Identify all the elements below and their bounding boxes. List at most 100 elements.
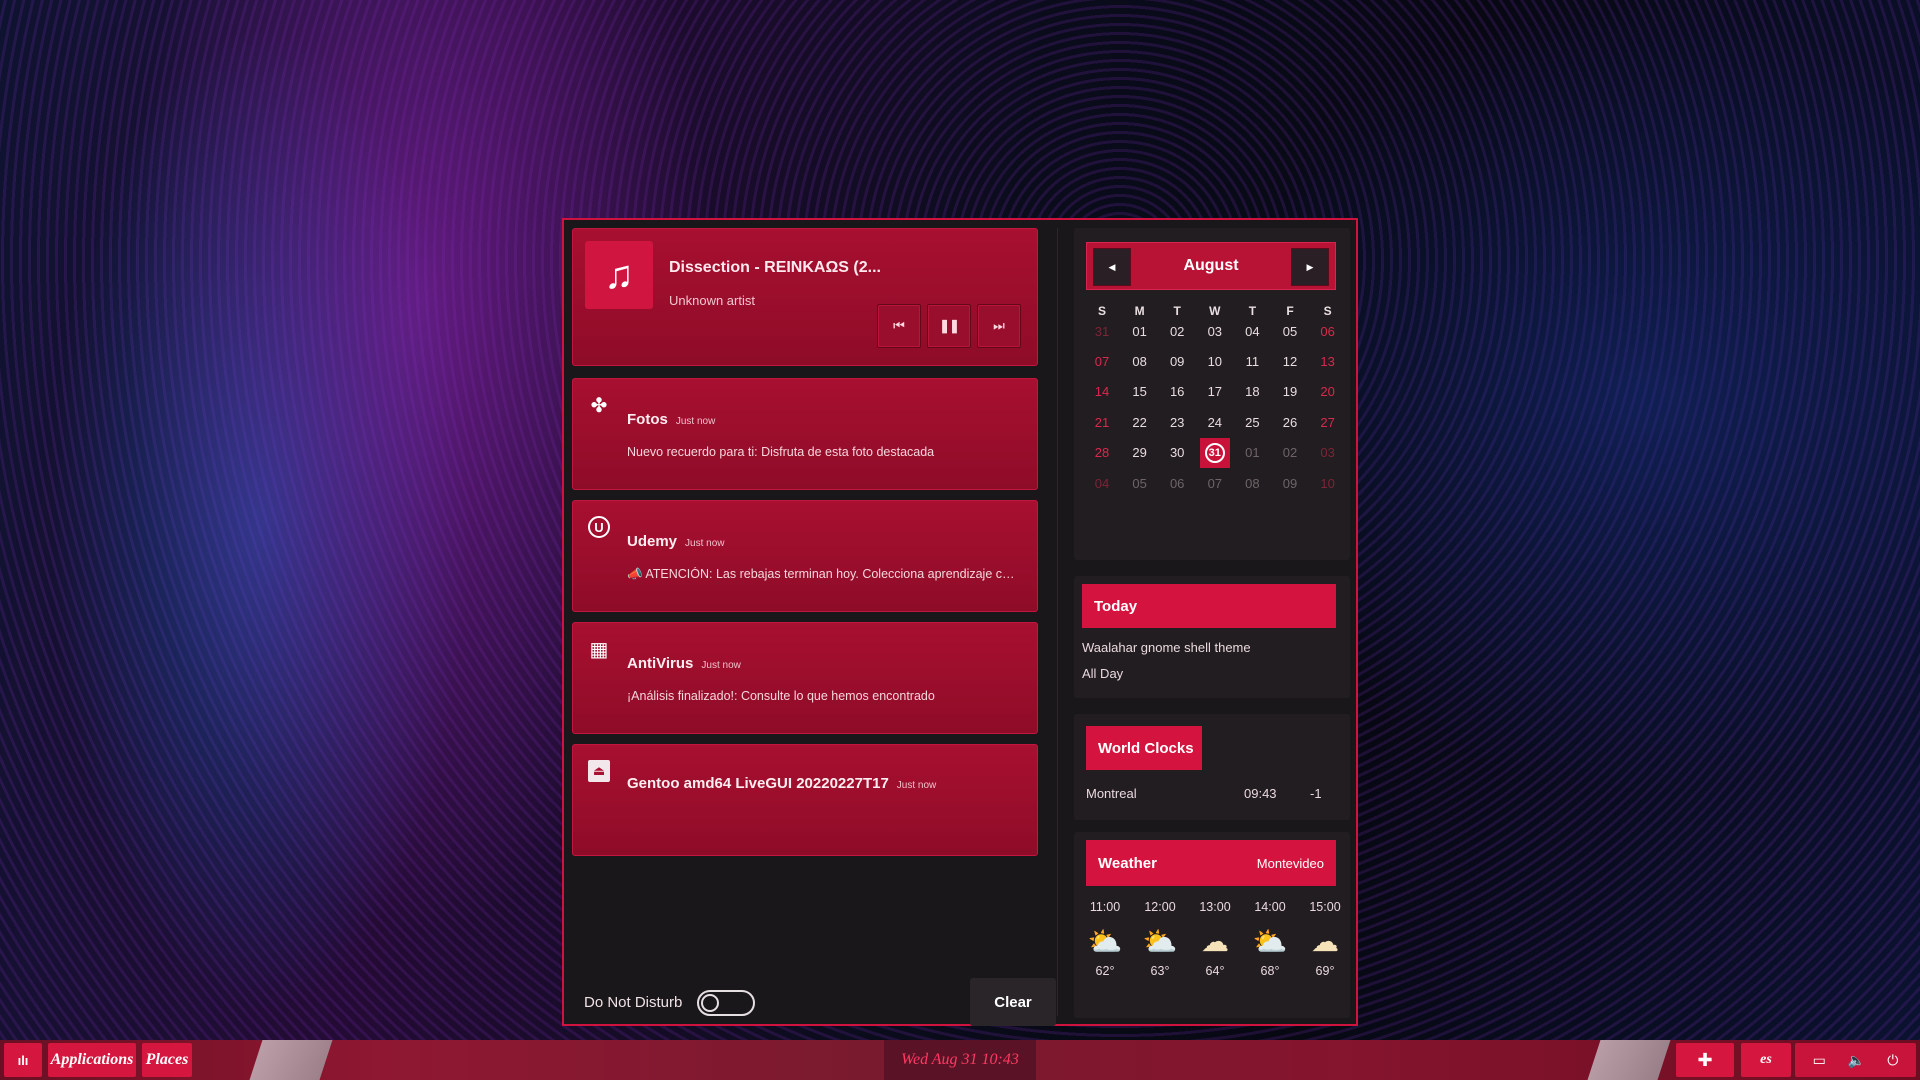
world-clocks-heading[interactable]: World Clocks — [1086, 726, 1202, 770]
keyboard-layout-button[interactable]: es — [1741, 1043, 1791, 1077]
calendar-day[interactable]: 15 — [1122, 377, 1158, 407]
events-section: Today Waalahar gnome shell theme All Day — [1074, 576, 1350, 698]
places-menu[interactable]: Places — [142, 1043, 192, 1077]
calendar-day[interactable]: 03 — [1310, 438, 1346, 468]
calendar-day[interactable]: 26 — [1272, 407, 1308, 437]
calendar-day[interactable]: 07 — [1197, 468, 1233, 498]
next-button[interactable]: ⏭ — [977, 304, 1021, 348]
calendar-day[interactable]: 09 — [1272, 468, 1308, 498]
calendar-day[interactable]: 01 — [1122, 316, 1158, 346]
calendar-day[interactable]: 09 — [1159, 346, 1195, 376]
antivirus-icon: ▦ — [589, 638, 609, 661]
calendar-day[interactable]: 14 — [1084, 377, 1120, 407]
notification-time: Just now — [675, 416, 716, 427]
notification-udemy[interactable]: U Udemy Just now 📣 ATENCIÓN: Las rebajas … — [572, 500, 1038, 612]
pause-button[interactable]: ❚❚ — [927, 304, 971, 348]
taskbar-clock[interactable]: Wed Aug 31 10:43 — [884, 1040, 1036, 1080]
notification-gentoo[interactable]: ⏏ Gentoo amd64 LiveGUI 20220227T17 Just n… — [572, 744, 1038, 856]
forecast-item: 11:00 ⛅ 62° — [1078, 900, 1132, 978]
music-note-icon: ♫ — [585, 241, 653, 309]
calendar-day[interactable]: 10 — [1197, 346, 1233, 376]
calendar-day[interactable]: 28 — [1084, 438, 1120, 468]
notification-app: AntiVirus Just now — [627, 655, 741, 672]
calendar-day[interactable]: 25 — [1234, 407, 1270, 437]
calendar-day[interactable]: 02 — [1272, 438, 1308, 468]
notification-app: Fotos Just now — [627, 411, 716, 428]
media-player: ♫ Dissection - REINKAΩS (2... Unknown ar… — [572, 228, 1038, 366]
clear-button[interactable]: Clear — [970, 978, 1056, 1026]
udemy-icon: U — [586, 514, 612, 540]
calendar-day[interactable]: 05 — [1122, 468, 1158, 498]
calendar-day[interactable]: 13 — [1310, 346, 1346, 376]
calendar-day[interactable]: 23 — [1159, 407, 1195, 437]
calendar-day[interactable]: 17 — [1197, 377, 1233, 407]
notification-time: Just now — [701, 660, 741, 671]
calendar-day[interactable]: 10 — [1310, 468, 1346, 498]
calendar-day[interactable]: 02 — [1159, 316, 1195, 346]
notification-fotos[interactable]: ✤ Fotos Just now Nuevo recuerdo para ti: … — [572, 378, 1038, 490]
calendar-day[interactable]: 31 — [1084, 316, 1120, 346]
event-title: Waalahar gnome shell theme — [1082, 640, 1251, 655]
notification-antivirus[interactable]: ▦ AntiVirus Just now ¡Análisis finalizado… — [572, 622, 1038, 734]
forecast-temp: 64° — [1205, 964, 1225, 978]
calendar-day[interactable]: 22 — [1122, 407, 1158, 437]
calendar-day[interactable]: 03 — [1197, 316, 1233, 346]
chevron-right-icon: ▶ — [1306, 261, 1314, 272]
calendar-day[interactable]: 04 — [1084, 468, 1120, 498]
calendar-day[interactable]: 16 — [1159, 377, 1195, 407]
today-day-number: 31 — [1204, 442, 1225, 463]
world-clock-city: Montreal — [1086, 786, 1137, 801]
calendar-day[interactable]: 21 — [1084, 407, 1120, 437]
events-heading[interactable]: Today — [1082, 584, 1336, 628]
cloudy-icon: ☁ — [1311, 926, 1339, 957]
partly-cloudy-icon: ⛅ — [1252, 926, 1288, 957]
calendar-day[interactable]: 11 — [1234, 346, 1270, 376]
applications-menu[interactable]: Applications — [48, 1043, 136, 1077]
column-divider — [1057, 228, 1058, 1016]
calendar-day[interactable]: 01 — [1234, 438, 1270, 468]
calendar-day[interactable]: 07 — [1084, 346, 1120, 376]
calendar-day[interactable]: 24 — [1197, 407, 1233, 437]
do-not-disturb-label: Do Not Disturb — [584, 994, 683, 1011]
system-menu[interactable]: ▭ 🔈 ⏻ — [1795, 1043, 1916, 1077]
extensions-button[interactable]: ✚ — [1676, 1043, 1734, 1077]
calendar-day[interactable]: 08 — [1122, 346, 1158, 376]
calendar-day[interactable]: 30 — [1159, 438, 1195, 468]
previous-icon: ⏮ — [893, 318, 905, 333]
calendar-day[interactable]: 19 — [1272, 377, 1308, 407]
calendar-day[interactable]: 18 — [1234, 377, 1270, 407]
world-clocks-section: World Clocks Montreal 09:43 -1 — [1074, 714, 1350, 820]
calendar-day[interactable]: 27 — [1310, 407, 1346, 437]
calendar-day[interactable]: 29 — [1122, 438, 1158, 468]
forecast-time: 14:00 — [1254, 900, 1286, 914]
previous-month-button[interactable]: ◀ — [1093, 248, 1131, 286]
forecast-time: 12:00 — [1144, 900, 1176, 914]
activities-button[interactable]: ılı — [4, 1043, 42, 1077]
calendar-day[interactable]: 20 — [1310, 377, 1346, 407]
calendar-day[interactable]: 06 — [1310, 316, 1346, 346]
calendar-day-today[interactable]: 31 — [1197, 437, 1233, 468]
notification-app: Gentoo amd64 LiveGUI 20220227T17 Just now — [627, 775, 937, 792]
world-clock-offset: -1 — [1310, 786, 1322, 801]
calendar-day[interactable]: 04 — [1234, 316, 1270, 346]
calendar-day[interactable]: 12 — [1272, 346, 1308, 376]
calendar-day[interactable]: 08 — [1234, 468, 1270, 498]
weather-title: Weather — [1098, 854, 1157, 872]
display-icon: ▭ — [1812, 1051, 1826, 1068]
do-not-disturb-toggle[interactable] — [697, 990, 755, 1016]
taskbar-decoration — [249, 1040, 333, 1080]
calendar-day[interactable]: 06 — [1159, 468, 1195, 498]
forecast-item: 13:00 ☁ 64° — [1188, 900, 1242, 978]
event-time: All Day — [1082, 666, 1124, 681]
calendar-month: August — [1183, 257, 1239, 274]
forecast-item: 15:00 ☁ 69° — [1298, 900, 1352, 978]
calendar-day[interactable]: 05 — [1272, 316, 1308, 346]
eject-icon: ⏏ — [586, 758, 612, 784]
previous-button[interactable]: ⏮ — [877, 304, 921, 348]
taskbar: ılı Applications Places Wed Aug 31 10:43… — [0, 1040, 1920, 1080]
pause-icon: ❚❚ — [939, 318, 960, 333]
track-title: Dissection - REINKAΩS (2... — [669, 259, 881, 276]
weather-heading[interactable]: Weather Montevideo — [1086, 840, 1336, 886]
next-month-button[interactable]: ▶ — [1291, 248, 1329, 286]
chevron-left-icon: ◀ — [1108, 261, 1116, 272]
